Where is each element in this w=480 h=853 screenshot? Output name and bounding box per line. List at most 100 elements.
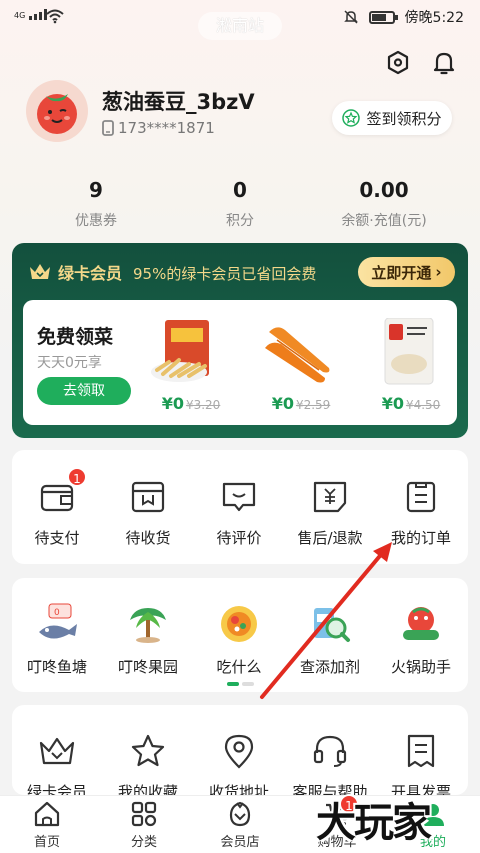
settings-icon[interactable] (386, 50, 410, 76)
sale-price: ¥0 (271, 394, 294, 413)
network-type: 4G (14, 11, 26, 20)
service-addresses[interactable]: 收货地址 (194, 731, 284, 795)
status-time: 傍晚5:22 (404, 10, 464, 26)
comment-icon (219, 477, 259, 517)
star-badge-icon (342, 109, 361, 127)
package-icon (128, 477, 168, 517)
fish-pond-icon: 0 (35, 602, 79, 646)
star-icon (128, 731, 168, 771)
refund-icon (310, 477, 350, 517)
vip-badge: 绿卡会员 (28, 260, 122, 284)
service-invoice[interactable]: 开具发票 (376, 731, 466, 795)
tool-fish-pond[interactable]: 0 叮咚鱼塘 (12, 602, 102, 677)
svg-text:0: 0 (54, 608, 60, 618)
signal-icon: 4G (14, 9, 48, 20)
order-pending-payment[interactable]: 1 待支付 (12, 467, 102, 548)
sale-price: ¥0 (381, 394, 404, 413)
original-price: ¥4.50 (405, 398, 441, 412)
tool-what-to-eat[interactable]: 吃什么 (194, 602, 284, 677)
tools-card: 0 叮咚鱼塘 叮咚果园 吃什么 查添加剂 火锅助手 (12, 578, 468, 692)
invoice-icon (401, 731, 441, 771)
vip-open-label: 立即开通 (371, 263, 432, 282)
order-pending-review[interactable]: 待评价 (194, 477, 284, 548)
service-favorites[interactable]: 我的收藏 (103, 731, 193, 795)
stat-value: 0 (233, 178, 247, 202)
tool-label: 吃什么 (216, 658, 262, 676)
service-label: 绿卡会员 (26, 783, 87, 795)
service-green-card[interactable]: 绿卡会员 (12, 731, 102, 795)
product-card[interactable]: ¥0 ¥4.50 (361, 306, 461, 424)
vip-card[interactable]: 绿卡会员 95%的绿卡会员已省回会费 立即开通 › 免费领菜 天天0元享 去领取… (12, 243, 468, 438)
watermark-logo: 大玩家 (316, 799, 432, 846)
tab-category[interactable]: 分类 (109, 800, 179, 850)
order-all-orders[interactable]: 我的订单 (376, 477, 466, 548)
free-veg-panel: 免费领菜 天天0元享 去领取 ¥0 ¥3.20 ¥0 ¥2.59 ¥0 ¥4.5… (23, 300, 457, 425)
carrot-product-image (265, 327, 330, 383)
order-label: 我的订单 (390, 529, 451, 547)
order-label: 售后/退款 (297, 529, 363, 547)
order-list-icon (401, 477, 441, 517)
member-store-icon (226, 800, 254, 828)
order-label: 待收货 (125, 529, 171, 547)
product-card[interactable]: ¥0 ¥2.59 (251, 306, 351, 424)
orders-card: 1 待支付 待收货 待评价 售后/退款 我的订单 (12, 450, 468, 564)
mute-bell-icon (343, 10, 358, 24)
notification-bell-icon[interactable] (432, 50, 456, 76)
order-label: 待支付 (34, 529, 80, 547)
product-price: ¥0 ¥3.20 (141, 394, 241, 413)
vip-badge-label: 绿卡会员 (58, 264, 123, 283)
stat-label: 积分 (226, 213, 254, 229)
original-price: ¥2.59 (295, 398, 331, 412)
tab-member-store[interactable]: 会员店 (205, 800, 275, 850)
tool-hotpot[interactable]: 火锅助手 (376, 602, 466, 677)
checkin-button[interactable]: 签到领积分 (332, 101, 452, 135)
stat-points[interactable]: 0 积分 (190, 178, 290, 230)
station-pill[interactable]: 淞南站 (198, 12, 282, 40)
tab-label: 会员店 (220, 835, 260, 850)
stat-value: 9 (89, 178, 103, 202)
tab-label: 首页 (33, 835, 60, 850)
original-price: ¥3.20 (185, 398, 221, 412)
tab-label: 分类 (130, 835, 157, 850)
headset-icon (310, 731, 350, 771)
chevron-right-icon: › (435, 263, 442, 281)
stat-balance[interactable]: 0.00 余额·充值(元) (314, 178, 454, 230)
orchard-icon (126, 602, 170, 646)
vip-slogan: 95%的绿卡会员已省回会费 (133, 265, 317, 283)
battery-icon (368, 10, 398, 24)
stats-row: 9 优惠券 0 积分 0.00 余额·充值(元) (0, 178, 480, 232)
product-card[interactable]: ¥0 ¥3.20 (141, 306, 241, 424)
product-price: ¥0 ¥4.50 (361, 394, 461, 413)
order-after-sale[interactable]: 售后/退款 (285, 477, 375, 548)
stat-coupons[interactable]: 9 优惠券 (46, 178, 146, 230)
stat-value: 0.00 (359, 178, 409, 202)
service-help[interactable]: 客服与帮助 (285, 731, 375, 795)
hotpot-icon (399, 602, 443, 646)
order-pending-receipt[interactable]: 待收货 (103, 477, 193, 548)
wifi-icon (46, 9, 64, 24)
paste-pack-product-image (384, 318, 434, 385)
page-indicator (227, 682, 254, 686)
avatar[interactable] (26, 80, 88, 142)
tool-orchard[interactable]: 叮咚果园 (103, 602, 193, 677)
tab-home[interactable]: 首页 (12, 800, 82, 850)
vip-open-button[interactable]: 立即开通 › (358, 257, 455, 287)
checkin-label: 签到领积分 (366, 109, 442, 128)
username[interactable]: 葱油蚕豆_3bzV (102, 86, 255, 116)
category-icon (130, 800, 158, 828)
tool-label: 查添加剂 (299, 658, 360, 676)
claim-button[interactable]: 去领取 (37, 377, 131, 405)
tool-label: 叮咚鱼塘 (26, 658, 87, 676)
tomato-avatar-icon (37, 94, 77, 134)
home-icon (33, 800, 61, 828)
phone-row: 173****1871 (102, 119, 215, 137)
tool-additive-check[interactable]: 查添加剂 (285, 602, 375, 677)
wallet-icon: 1 (37, 467, 87, 517)
tool-label: 叮咚果园 (117, 658, 178, 676)
phone-number: 173****1871 (118, 119, 215, 137)
location-icon (219, 731, 259, 771)
additive-check-icon (308, 602, 352, 646)
product-price: ¥0 ¥2.59 (251, 394, 351, 413)
service-label: 收货地址 (208, 783, 269, 795)
services-card: 绿卡会员 我的收藏 收货地址 客服与帮助 开具发票 (12, 705, 468, 795)
